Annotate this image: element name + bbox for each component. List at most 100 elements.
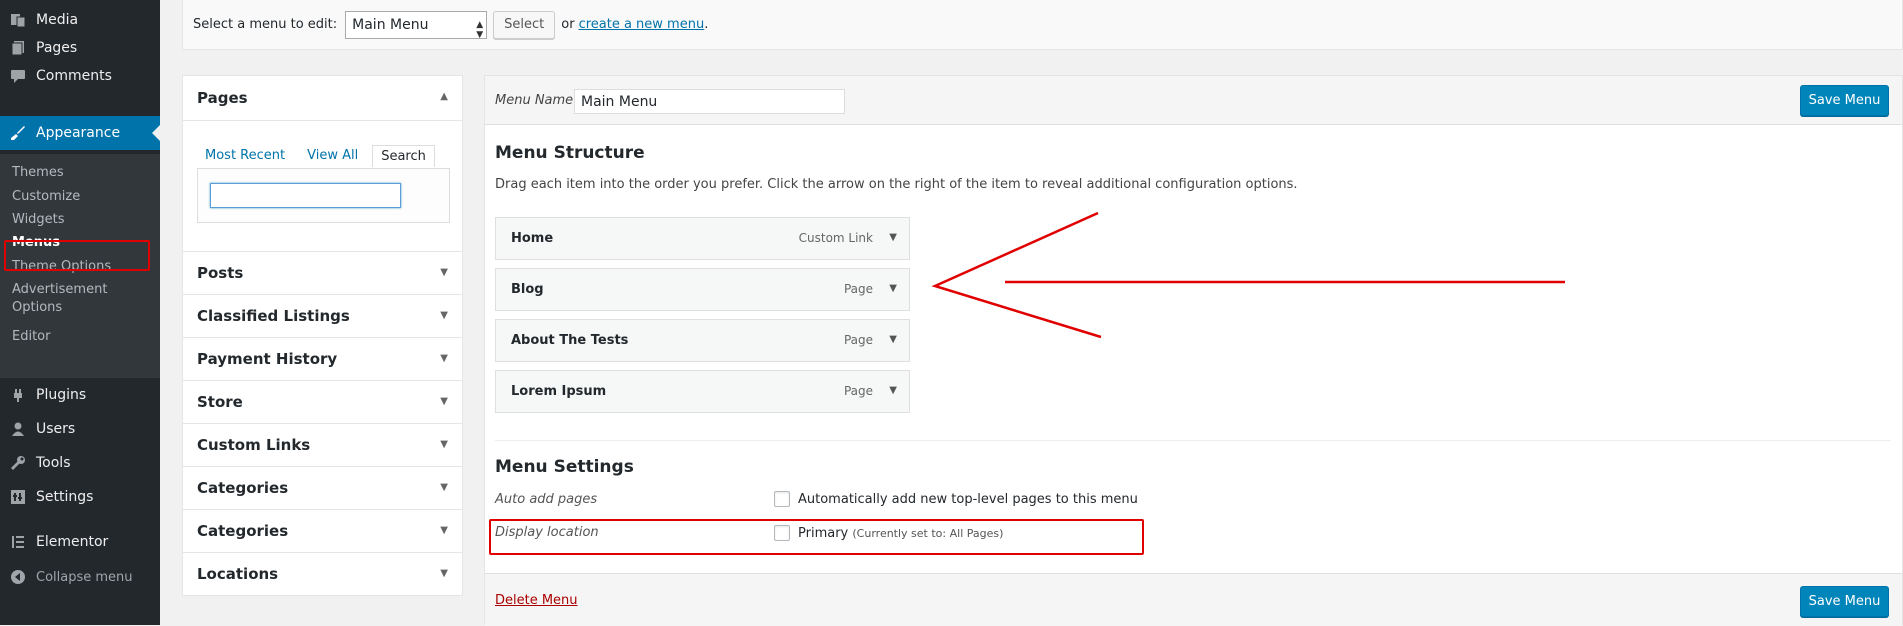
save-menu-button-top[interactable]: Save Menu (1800, 85, 1889, 116)
menu-item-type: Page (843, 333, 873, 347)
accordion-classified-listings[interactable]: Classified Listings ▼ (183, 294, 462, 337)
plugin-icon (14, 389, 22, 402)
red-arrow-annotation (931, 211, 1565, 339)
nav-appearance-label: Appearance (36, 125, 121, 141)
menu-item-title: Lorem Ipsum (511, 384, 607, 399)
menu-item-title: Home (511, 231, 554, 246)
menu-name-label: Menu Name (495, 93, 574, 108)
menu-select-bar: Select a menu to edit: Main Menu ▲ ▼ Sele… (182, 0, 1903, 50)
dropdown-arrow-icon: ▲ ▼ (476, 19, 484, 40)
submenu-customize[interactable]: Customize (12, 188, 152, 206)
accordion-payment-history[interactable]: Payment History ▼ (183, 337, 462, 380)
expand-down-icon[interactable]: ▼ (889, 385, 897, 396)
menu-item-title: About The Tests (511, 333, 629, 348)
accordion-title: Custom Links (197, 436, 311, 454)
nav-plugins[interactable]: Plugins (0, 378, 160, 412)
accordion-title: Store (197, 393, 243, 411)
accordion-locations[interactable]: Locations ▼ (183, 552, 462, 595)
expand-down-icon[interactable]: ▼ (440, 439, 448, 450)
submenu-widgets[interactable]: Widgets (12, 211, 152, 229)
pages-accordion-content: Most Recent View All Search (183, 120, 462, 251)
media-icon (11, 14, 26, 28)
menu-item[interactable]: About The Tests Page ▼ (495, 319, 910, 362)
nav-media-label: Media (36, 12, 79, 28)
nav-pages-label: Pages (36, 40, 78, 56)
search-tab-panel (197, 168, 450, 223)
pages-tabs: Most Recent View All Search (197, 145, 441, 167)
expand-down-icon[interactable]: ▼ (440, 267, 448, 278)
select-button[interactable]: Select (493, 10, 556, 39)
accordion-categories-2[interactable]: Categories ▼ (183, 509, 462, 552)
menu-item-type: Custom Link (798, 231, 873, 245)
expand-down-icon[interactable]: ▼ (440, 525, 448, 536)
menu-item[interactable]: Lorem Ipsum Page ▼ (495, 370, 910, 413)
nav-comments[interactable]: Comments (0, 59, 160, 93)
menu-settings-title: Menu Settings (495, 457, 634, 477)
users-icon (12, 422, 24, 436)
accordion-title: Locations (197, 565, 279, 583)
accordion-categories[interactable]: Categories ▼ (183, 466, 462, 509)
submenu-editor[interactable]: Editor (12, 328, 152, 346)
expand-down-icon[interactable]: ▼ (440, 353, 448, 364)
accordion-title: Posts (197, 264, 244, 282)
save-menu-button-bottom[interactable]: Save Menu (1800, 586, 1889, 617)
select-menu-label: Select a menu to edit: (193, 17, 338, 32)
tab-view-all[interactable]: View All (299, 145, 366, 167)
wrench-icon (11, 456, 25, 470)
nav-plugins-label: Plugins (36, 387, 87, 403)
menu-select-dropdown[interactable]: Main Menu ▲ ▼ (345, 10, 488, 40)
pages-icon (11, 41, 24, 56)
accordion-custom-links[interactable]: Custom Links ▼ (183, 423, 462, 466)
expand-down-icon[interactable]: ▼ (440, 482, 448, 493)
expand-down-icon[interactable]: ▼ (440, 310, 448, 321)
submenu-advertisement-options[interactable]: Advertisement Options (12, 281, 152, 317)
collapse-menu-button[interactable]: Collapse menu (0, 560, 160, 594)
nav-settings[interactable]: Settings (0, 480, 160, 514)
nav-users[interactable]: Users (0, 412, 160, 446)
delete-menu-link[interactable]: Delete Menu (495, 593, 578, 608)
nav-tools[interactable]: Tools (0, 446, 160, 480)
expand-down-icon[interactable]: ▼ (889, 232, 897, 243)
admin-sidebar: Media Pages Comments Appearance Themes C… (0, 0, 160, 625)
expand-down-icon[interactable]: ▼ (889, 334, 897, 345)
tab-search[interactable]: Search (372, 145, 435, 167)
selected-menu-value: Main Menu (352, 16, 429, 33)
display-location-highlight-box (489, 519, 1144, 555)
menu-editor-header: Menu Name Main Menu Save Menu (485, 76, 1902, 125)
nav-users-label: Users (36, 421, 76, 437)
auto-add-pages-label: Auto add pages (495, 492, 598, 507)
accordion-title: Classified Listings (197, 307, 350, 325)
accordion-pages[interactable]: Pages ▲ (183, 76, 462, 120)
accordion-store[interactable]: Store ▼ (183, 380, 462, 423)
collapse-up-icon[interactable]: ▲ (440, 91, 448, 102)
accordion-posts[interactable]: Posts ▼ (183, 251, 462, 294)
auto-add-pages-text: Automatically add new top-level pages to… (798, 492, 1138, 507)
menus-highlight-box (4, 240, 150, 271)
accordion-pages-title: Pages (197, 89, 248, 107)
create-new-menu-link[interactable]: create a new menu (579, 17, 705, 32)
nav-appearance[interactable]: Appearance (0, 116, 160, 150)
submenu-themes[interactable]: Themes (12, 164, 152, 182)
tab-most-recent[interactable]: Most Recent (197, 145, 293, 167)
period-text: . (704, 17, 709, 32)
arrow-head (931, 211, 1102, 339)
menu-item-type: Page (843, 282, 873, 296)
accordion-title: Categories (197, 479, 289, 497)
comments-icon (11, 70, 25, 83)
accordion-title: Payment History (197, 350, 338, 368)
nav-elementor-label: Elementor (36, 534, 109, 550)
menu-editor-footer: Delete Menu Save Menu (485, 573, 1902, 626)
menu-name-input[interactable]: Main Menu (574, 89, 845, 114)
paintbrush-icon (11, 126, 25, 140)
or-text: or (561, 17, 575, 32)
menu-structure-title: Menu Structure (495, 143, 645, 163)
expand-down-icon[interactable]: ▼ (889, 283, 897, 294)
menu-item[interactable]: Blog Page ▼ (495, 268, 910, 311)
expand-down-icon[interactable]: ▼ (440, 568, 448, 579)
nav-elementor[interactable]: Elementor (0, 525, 160, 559)
menu-item[interactable]: Home Custom Link ▼ (495, 217, 910, 260)
auto-add-pages-checkbox[interactable] (774, 491, 790, 507)
expand-down-icon[interactable]: ▼ (440, 396, 448, 407)
pages-search-input[interactable] (210, 183, 401, 208)
settings-icon (11, 490, 25, 504)
